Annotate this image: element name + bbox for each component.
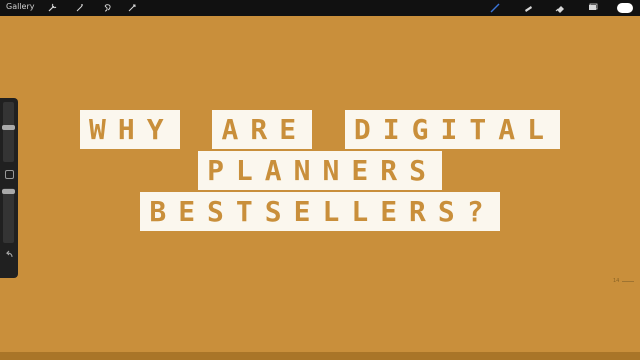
brush-size-slider[interactable] [3,102,14,162]
bottom-bar [0,352,640,360]
side-label: 14 [613,278,620,284]
undo-icon[interactable] [4,250,14,260]
wrench-icon[interactable] [47,3,57,13]
transform-icon[interactable] [127,3,137,13]
headline-word: ARE [212,110,313,149]
canvas[interactable]: WHY ARE DIGITAL PLANNERS BESTSELLERS? 14 [0,16,640,360]
opacity-handle[interactable] [2,189,15,194]
color-square-icon[interactable] [5,170,14,179]
side-label-line [622,281,634,282]
eraser-icon[interactable] [555,3,565,13]
headline-word: DIGITAL [344,110,560,149]
opacity-slider[interactable] [3,188,14,243]
left-sidebar [0,98,18,278]
headline-word: PLANNERS [198,151,442,190]
headline-line-1: WHY ARE DIGITAL [0,110,640,149]
brush-icon[interactable] [490,3,500,13]
gallery-button[interactable]: Gallery [6,2,35,12]
headline-word: BESTSELLERS? [140,192,500,231]
magic-wand-icon[interactable] [75,3,85,13]
headline: WHY ARE DIGITAL PLANNERS BESTSELLERS? [0,110,640,231]
layers-icon[interactable] [588,3,598,13]
smudge-icon[interactable] [523,3,533,13]
headline-line-3: BESTSELLERS? [0,192,640,231]
top-toolbar: Gallery [0,0,640,16]
brush-size-handle[interactable] [2,125,15,130]
color-icon[interactable] [617,3,633,13]
headline-word: WHY [80,110,180,149]
selection-icon[interactable] [103,3,113,13]
headline-line-2: PLANNERS [0,151,640,190]
